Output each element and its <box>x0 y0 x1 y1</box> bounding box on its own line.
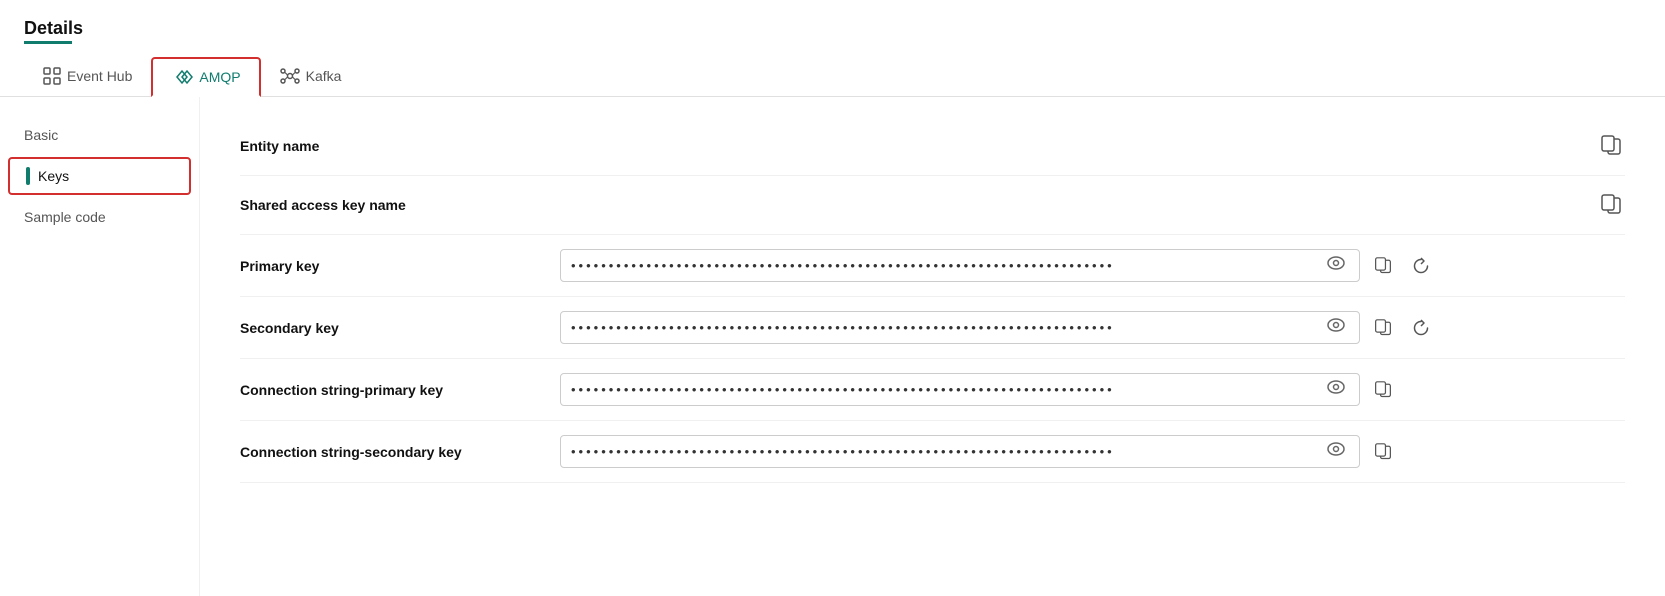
entity-name-copy-btn[interactable] <box>1597 131 1625 161</box>
conn-secondary-field: ••••••••••••••••••••••••••••••••••••••••… <box>560 435 1360 468</box>
amqp-icon <box>171 69 193 85</box>
tab-kafka-label: Kafka <box>306 68 342 84</box>
primary-key-eye-btn[interactable] <box>1323 256 1349 275</box>
field-row-conn-secondary: Connection string-secondary key ••••••••… <box>240 421 1625 483</box>
primary-key-label: Primary key <box>240 258 560 274</box>
conn-secondary-label: Connection string-secondary key <box>240 444 560 460</box>
entity-name-value <box>560 131 1625 161</box>
sidebar-item-basic[interactable]: Basic <box>0 117 199 153</box>
primary-key-value: ••••••••••••••••••••••••••••••••••••••••… <box>560 249 1625 282</box>
field-row-shared-access: Shared access key name <box>240 176 1625 235</box>
sidebar-active-bar <box>26 167 30 185</box>
conn-primary-eye-btn[interactable] <box>1323 380 1349 399</box>
tab-amqp[interactable]: AMQP <box>151 57 260 97</box>
sidebar-item-keys[interactable]: Keys <box>8 157 191 195</box>
conn-primary-dots: ••••••••••••••••••••••••••••••••••••••••… <box>571 382 1115 397</box>
secondary-key-refresh-btn[interactable] <box>1406 315 1436 341</box>
main-content: Basic Keys Sample code Entity name <box>0 97 1665 596</box>
conn-secondary-copy-btn[interactable] <box>1368 439 1398 465</box>
field-row-secondary-key: Secondary key ••••••••••••••••••••••••••… <box>240 297 1625 359</box>
conn-primary-copy-btn[interactable] <box>1368 377 1398 403</box>
eventhub-icon <box>43 67 61 85</box>
field-row-conn-primary: Connection string-primary key ••••••••••… <box>240 359 1625 421</box>
detail-area: Entity name Shared access key name <box>200 97 1665 596</box>
conn-primary-label: Connection string-primary key <box>240 382 560 398</box>
tab-eventhub[interactable]: Event Hub <box>24 56 151 96</box>
tab-eventhub-label: Event Hub <box>67 68 132 84</box>
conn-secondary-eye-btn[interactable] <box>1323 442 1349 461</box>
conn-primary-field: ••••••••••••••••••••••••••••••••••••••••… <box>560 373 1360 406</box>
secondary-key-dots: ••••••••••••••••••••••••••••••••••••••••… <box>571 320 1115 335</box>
primary-key-field: ••••••••••••••••••••••••••••••••••••••••… <box>560 249 1360 282</box>
conn-secondary-value: ••••••••••••••••••••••••••••••••••••••••… <box>560 435 1625 468</box>
page-container: Details Event Hub AMQP <box>0 0 1665 596</box>
title-underline <box>24 41 72 44</box>
shared-access-label: Shared access key name <box>240 197 560 213</box>
secondary-key-label: Secondary key <box>240 320 560 336</box>
secondary-key-field: ••••••••••••••••••••••••••••••••••••••••… <box>560 311 1360 344</box>
shared-access-copy-btn[interactable] <box>1597 190 1625 220</box>
shared-access-value <box>560 190 1625 220</box>
conn-secondary-dots: ••••••••••••••••••••••••••••••••••••••••… <box>571 444 1115 459</box>
secondary-key-value: ••••••••••••••••••••••••••••••••••••••••… <box>560 311 1625 344</box>
tab-kafka[interactable]: Kafka <box>261 56 361 96</box>
tab-bar: Event Hub AMQP <box>0 56 1665 97</box>
field-row-primary-key: Primary key ••••••••••••••••••••••••••••… <box>240 235 1625 297</box>
primary-key-copy-btn[interactable] <box>1368 253 1398 279</box>
entity-name-label: Entity name <box>240 138 560 154</box>
field-row-entity-name: Entity name <box>240 117 1625 176</box>
primary-key-refresh-btn[interactable] <box>1406 253 1436 279</box>
primary-key-dots: ••••••••••••••••••••••••••••••••••••••••… <box>571 258 1115 273</box>
secondary-key-eye-btn[interactable] <box>1323 318 1349 337</box>
kafka-icon <box>280 67 300 85</box>
tab-amqp-label: AMQP <box>199 69 240 85</box>
conn-primary-value: ••••••••••••••••••••••••••••••••••••••••… <box>560 373 1625 406</box>
page-title: Details <box>0 18 1665 41</box>
secondary-key-copy-btn[interactable] <box>1368 315 1398 341</box>
sidebar-item-sample-code[interactable]: Sample code <box>0 199 199 235</box>
sidebar: Basic Keys Sample code <box>0 97 200 596</box>
